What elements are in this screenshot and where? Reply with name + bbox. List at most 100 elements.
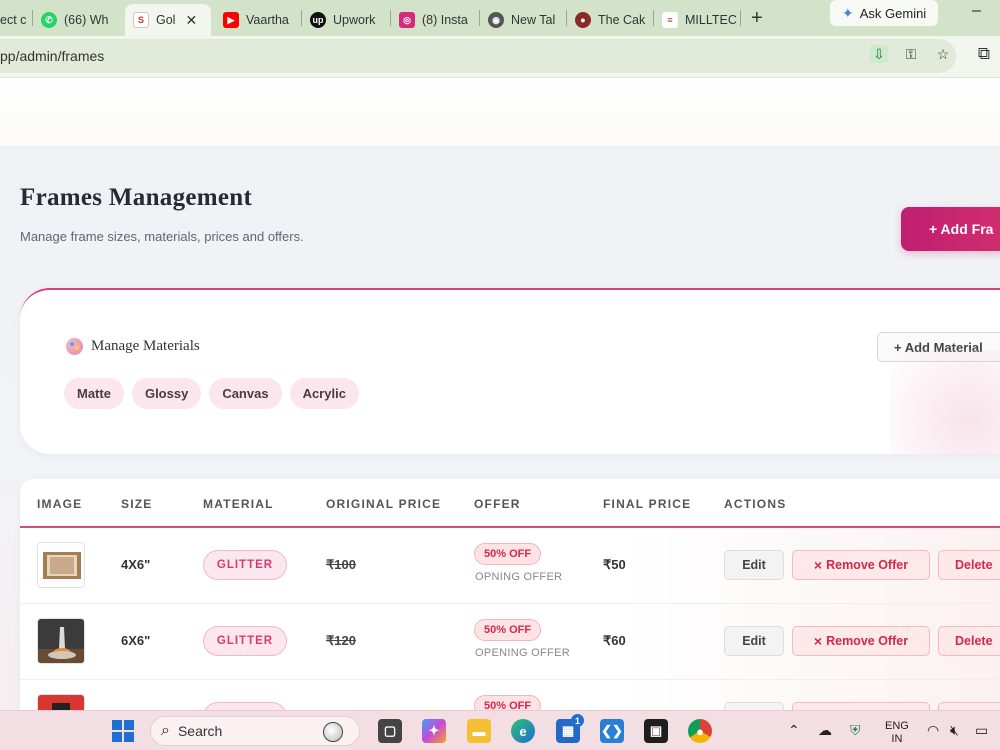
browser-tab[interactable]: ◉ New Tal: [480, 6, 566, 34]
offer-label: OPENING OFFER: [475, 647, 570, 659]
table-header: IMAGE SIZE MATERIAL ORIGINAL PRICE OFFER…: [20, 479, 1000, 528]
password-key-icon[interactable]: ⚿: [902, 45, 920, 63]
material-chip[interactable]: Matte: [64, 378, 124, 409]
battery-icon[interactable]: ▭: [975, 722, 988, 739]
page-header-band: [0, 78, 1000, 146]
delete-button[interactable]: Delete: [938, 626, 1000, 656]
remove-offer-button[interactable]: × Remove Offer: [792, 550, 930, 580]
instagram-icon: ◎: [399, 12, 415, 28]
size-value: 4X6": [121, 557, 151, 572]
column-header-image: IMAGE: [37, 497, 83, 511]
material-badge: GLITTER: [203, 550, 287, 580]
table-row: 6X6" GLITTER ₹120 50% OFF OPENING OFFER …: [20, 604, 1000, 680]
browser-tab[interactable]: up Upwork: [302, 6, 390, 34]
chrome-icon: ◉: [488, 12, 504, 28]
search-highlight-icon: [323, 722, 343, 742]
framed-photo-icon: [43, 552, 81, 579]
materials-title: Manage Materials: [91, 338, 200, 354]
column-header-final-price: FINAL PRICE: [603, 497, 692, 511]
chrome-taskbar-icon[interactable]: ●: [688, 719, 712, 743]
remove-offer-button[interactable]: [792, 702, 930, 710]
whatsapp-icon: ✆: [41, 12, 57, 28]
wifi-icon[interactable]: ◠: [927, 722, 939, 739]
vscode-icon[interactable]: ❮❯: [600, 719, 624, 743]
remove-offer-button[interactable]: × Remove Offer: [792, 626, 930, 656]
tab-label: Vaartha: [246, 13, 289, 27]
edit-button[interactable]: [724, 702, 784, 710]
browser-tab[interactable]: ● The Cak: [567, 6, 653, 34]
chevron-up-icon[interactable]: ⌃: [788, 722, 800, 739]
milltec-icon: ≡: [662, 12, 678, 28]
remove-offer-label: Remove Offer: [826, 634, 909, 648]
delete-button[interactable]: [938, 702, 1000, 710]
microsoft-store-icon[interactable]: ▦ 1: [556, 714, 584, 743]
minimize-window-button[interactable]: –: [972, 2, 981, 20]
extensions-puzzle-icon[interactable]: ⧉: [978, 44, 990, 64]
start-windows-icon[interactable]: [111, 719, 135, 743]
column-header-material: MATERIAL: [203, 497, 274, 511]
figma-icon[interactable]: ▣: [644, 719, 668, 743]
address-bar-row: pp/admin/frames ⇩ ⚿ ☆ ⧉: [0, 36, 1000, 78]
search-icon: ⌕: [161, 722, 170, 739]
address-text[interactable]: pp/admin/frames: [0, 48, 104, 64]
tab-label: Upwork: [333, 13, 376, 27]
task-view-icon[interactable]: ▢: [378, 719, 402, 743]
frame-thumbnail: [37, 618, 85, 664]
material-chip[interactable]: Canvas: [209, 378, 282, 409]
column-header-offer: OFFER: [474, 497, 521, 511]
browser-tab[interactable]: ≡ MILLTEC: [654, 6, 740, 34]
offer-badge: 50% OFF: [474, 695, 542, 710]
ask-gemini-button[interactable]: ✦ Ask Gemini: [830, 0, 939, 26]
materials-heading: Manage Materials: [66, 338, 200, 355]
admin-frames-page: Frames Management Manage frame sizes, ma…: [0, 78, 1000, 710]
column-header-original-price: ORIGINAL PRICE: [326, 497, 442, 511]
copilot-icon[interactable]: ✦: [422, 719, 446, 743]
frame-thumbnail: [37, 694, 85, 710]
new-tab-button[interactable]: +: [741, 7, 773, 30]
red-frame-photo-icon: [38, 695, 84, 710]
tab-label: MILLTEC: [685, 13, 737, 27]
language-indicator[interactable]: ENG IN: [885, 720, 909, 746]
rocket-launch-photo-icon: [38, 619, 84, 663]
material-chip[interactable]: Acrylic: [289, 378, 359, 409]
address-bar[interactable]: pp/admin/frames: [0, 39, 956, 73]
edit-button[interactable]: Edit: [724, 550, 784, 580]
material-badge: [203, 702, 287, 710]
browser-tab[interactable]: ◎ (8) Insta: [391, 6, 479, 34]
notification-badge: 1: [571, 714, 584, 727]
tab-label: ect c: [0, 13, 27, 27]
file-explorer-icon[interactable]: ▬: [467, 719, 491, 743]
security-shield-icon[interactable]: ⛨: [850, 722, 861, 739]
bookmark-star-icon[interactable]: ☆: [934, 45, 952, 63]
browser-tab-active[interactable]: S Gol ✕: [125, 4, 211, 36]
browser-tab[interactable]: ▶ Vaartha: [215, 6, 301, 34]
add-frame-button[interactable]: + Add Fra: [901, 207, 1000, 251]
windows-taskbar: ⌕ Search ▢ ✦ ▬ e ▦ 1 ❮❯ ▣ ● ⌃ ☁ ⛨ ENG IN…: [0, 710, 1000, 750]
speaker-muted-icon[interactable]: 🔇︎: [950, 722, 959, 739]
column-header-actions: ACTIONS: [724, 497, 787, 511]
tab-label: (66) Wh: [64, 13, 109, 27]
close-icon: ×: [813, 557, 823, 573]
frame-thumbnail: [37, 542, 85, 588]
frames-table: IMAGE SIZE MATERIAL ORIGINAL PRICE OFFER…: [20, 479, 1000, 710]
palette-icon: [66, 338, 83, 355]
language-code: ENG: [885, 720, 909, 732]
taskbar-search-box[interactable]: ⌕ Search: [150, 716, 360, 746]
material-chip[interactable]: Glossy: [131, 378, 202, 409]
upwork-icon: up: [310, 12, 326, 28]
browser-tab[interactable]: ect c: [0, 6, 32, 34]
final-price: ₹50: [603, 557, 626, 572]
delete-button[interactable]: Delete: [938, 550, 1000, 580]
edit-button[interactable]: Edit: [724, 626, 784, 656]
browser-tab[interactable]: ✆ (66) Wh: [33, 6, 121, 34]
edge-browser-icon[interactable]: e: [511, 719, 535, 743]
material-chip-list: Matte Glossy Canvas Acrylic: [64, 378, 359, 409]
onedrive-cloud-icon[interactable]: ☁: [818, 722, 832, 739]
site-logo-icon: S: [133, 12, 149, 28]
page-subtitle: Manage frame sizes, materials, prices an…: [20, 229, 304, 244]
size-value: 6X6": [121, 633, 151, 648]
close-tab-icon[interactable]: ✕: [185, 12, 197, 29]
table-row: 50% OFF: [20, 680, 1000, 710]
install-app-icon[interactable]: ⇩: [870, 45, 888, 63]
add-material-button[interactable]: + Add Material: [877, 332, 1000, 362]
